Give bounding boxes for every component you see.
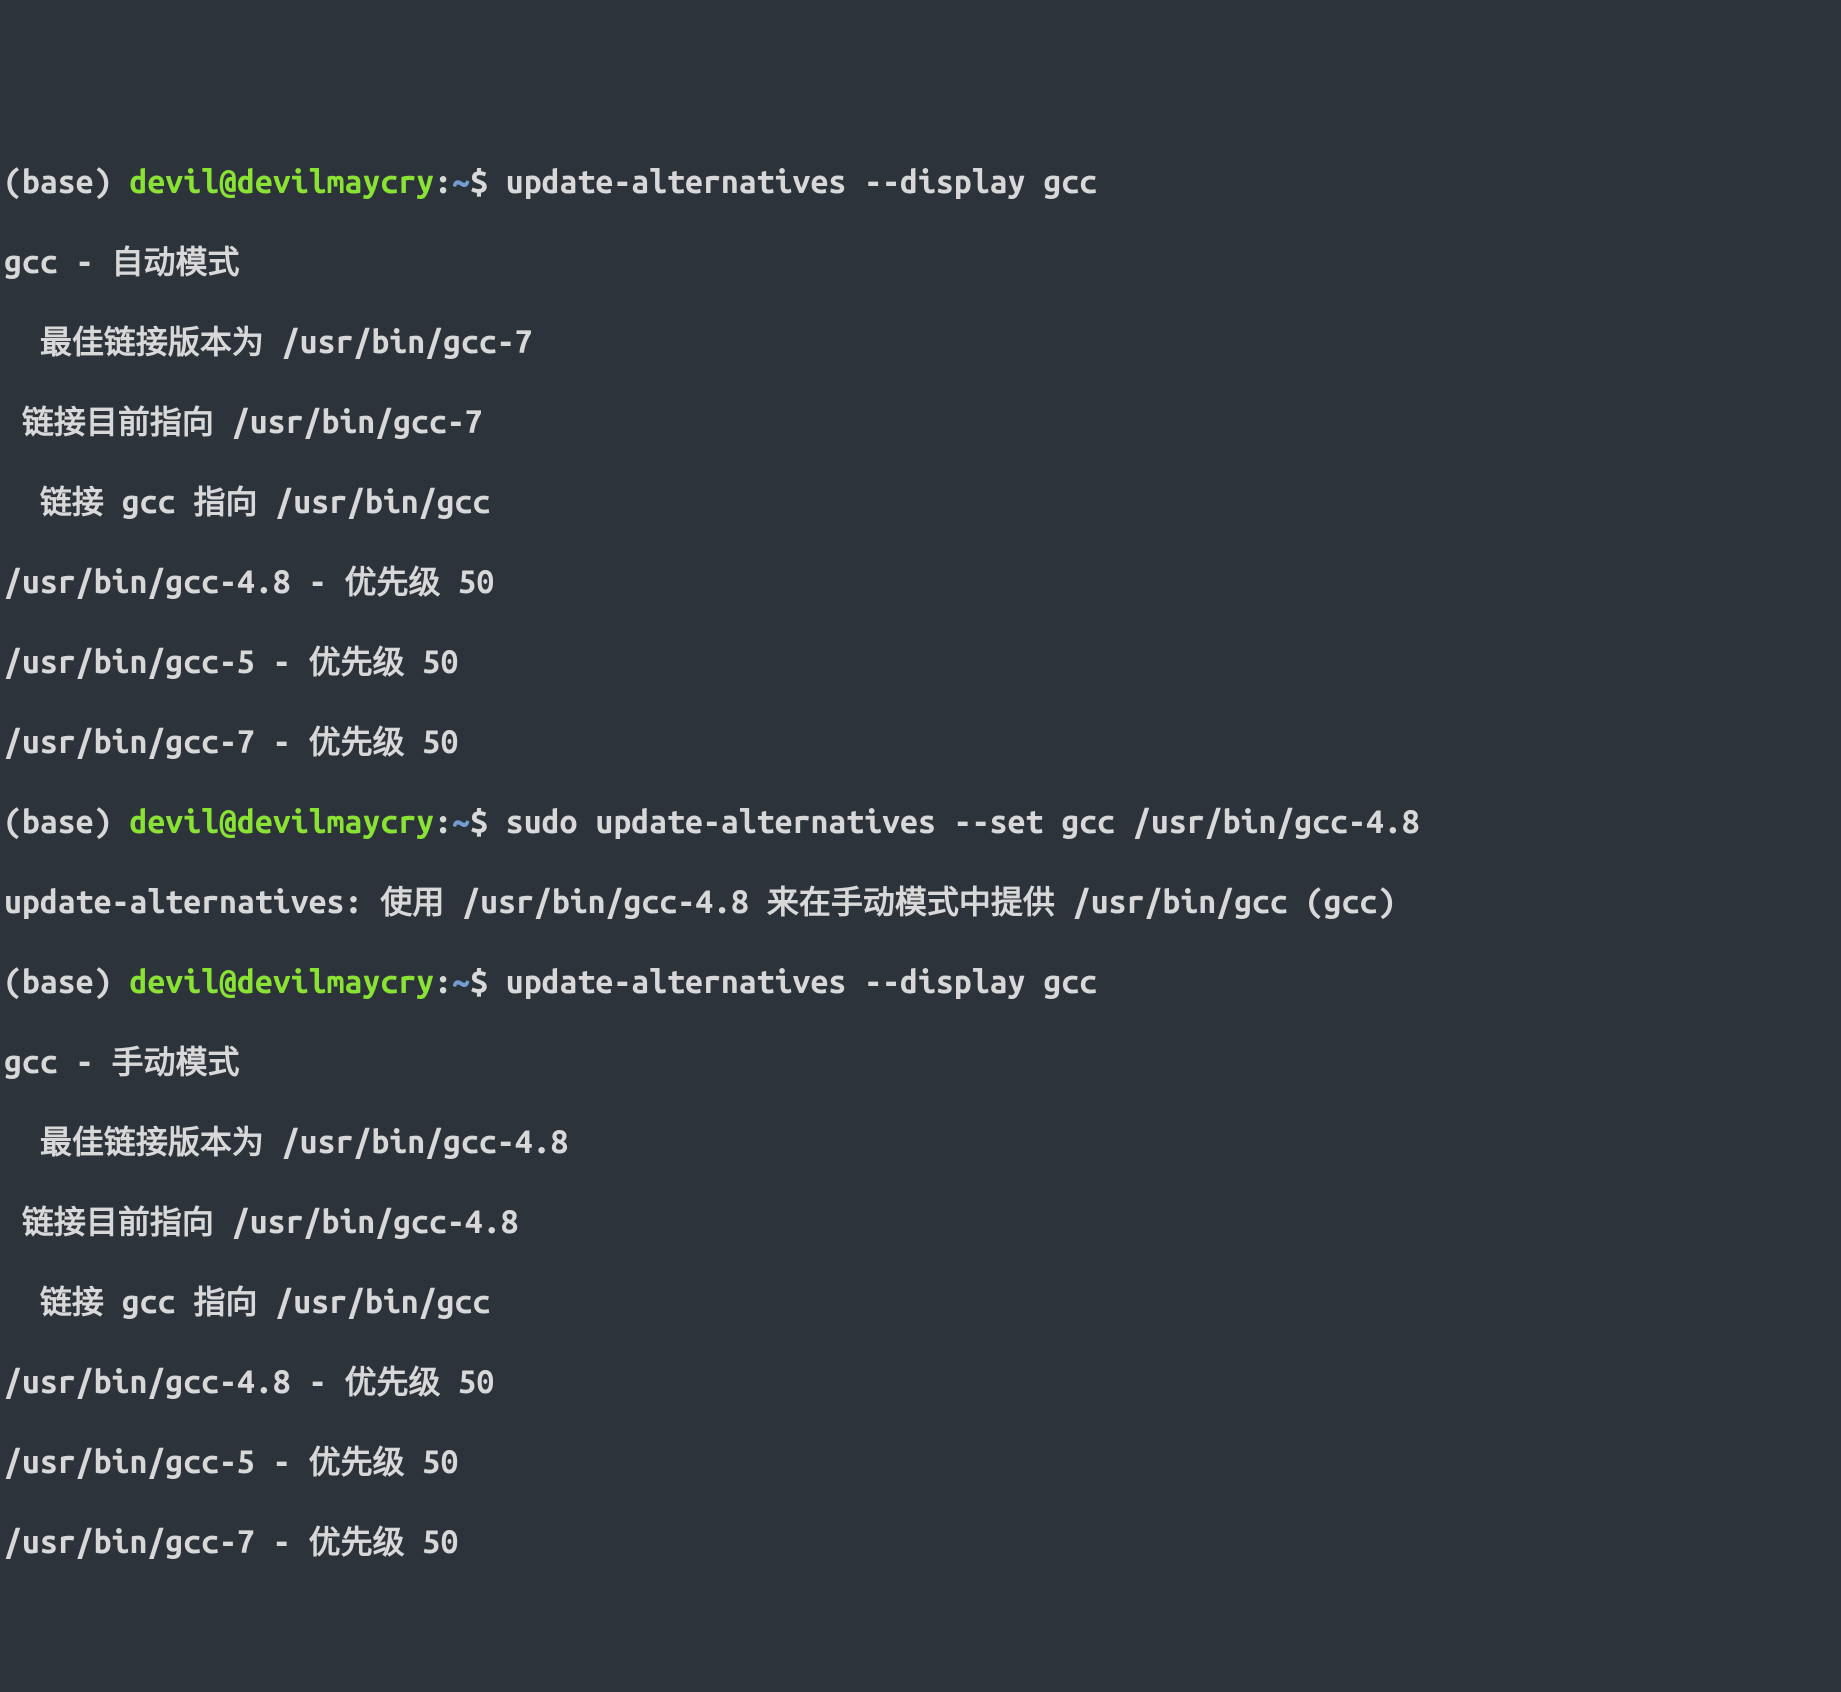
prompt-colon: : — [434, 804, 452, 840]
terminal-line: (base) devil@devilmaycry:~$ update-alter… — [4, 162, 1837, 202]
output-line: /usr/bin/gcc-5 - 优先级 50 — [4, 1442, 1837, 1482]
terminal-line: (base) devil@devilmaycry:~$ update-alter… — [4, 962, 1837, 1002]
output-line: 链接 gcc 指向 /usr/bin/gcc — [4, 1282, 1837, 1322]
prompt-dollar: $ — [470, 804, 506, 840]
conda-env: (base) — [4, 964, 129, 1000]
output-line: 链接目前指向 /usr/bin/gcc-4.8 — [4, 1202, 1837, 1242]
prompt-path: ~ — [452, 804, 470, 840]
output-line: 最佳链接版本为 /usr/bin/gcc-4.8 — [4, 1122, 1837, 1162]
output-line: /usr/bin/gcc-4.8 - 优先级 50 — [4, 1362, 1837, 1402]
output-line: 链接目前指向 /usr/bin/gcc-7 — [4, 402, 1837, 442]
prompt-user-host: devil@devilmaycry — [129, 164, 434, 200]
terminal-output[interactable]: (base) devil@devilmaycry:~$ update-alter… — [4, 162, 1837, 1562]
output-line: gcc - 手动模式 — [4, 1042, 1837, 1082]
command-text: sudo update-alternatives --set gcc /usr/… — [506, 804, 1420, 840]
prompt-user-host: devil@devilmaycry — [129, 964, 434, 1000]
output-line: gcc - 自动模式 — [4, 242, 1837, 282]
output-line: /usr/bin/gcc-7 - 优先级 50 — [4, 1522, 1837, 1562]
output-line: 链接 gcc 指向 /usr/bin/gcc — [4, 482, 1837, 522]
command-text: update-alternatives --display gcc — [506, 964, 1097, 1000]
prompt-user-host: devil@devilmaycry — [129, 804, 434, 840]
terminal-line: (base) devil@devilmaycry:~$ sudo update-… — [4, 802, 1837, 842]
conda-env: (base) — [4, 804, 129, 840]
output-line: 最佳链接版本为 /usr/bin/gcc-7 — [4, 322, 1837, 362]
prompt-dollar: $ — [470, 964, 506, 1000]
prompt-path: ~ — [452, 164, 470, 200]
prompt-colon: : — [434, 964, 452, 1000]
prompt-dollar: $ — [470, 164, 506, 200]
conda-env: (base) — [4, 164, 129, 200]
output-line: /usr/bin/gcc-5 - 优先级 50 — [4, 642, 1837, 682]
output-line: /usr/bin/gcc-7 - 优先级 50 — [4, 722, 1837, 762]
command-text: update-alternatives --display gcc — [506, 164, 1097, 200]
prompt-path: ~ — [452, 964, 470, 1000]
output-line: /usr/bin/gcc-4.8 - 优先级 50 — [4, 562, 1837, 602]
output-line: update-alternatives: 使用 /usr/bin/gcc-4.8… — [4, 882, 1837, 922]
prompt-colon: : — [434, 164, 452, 200]
